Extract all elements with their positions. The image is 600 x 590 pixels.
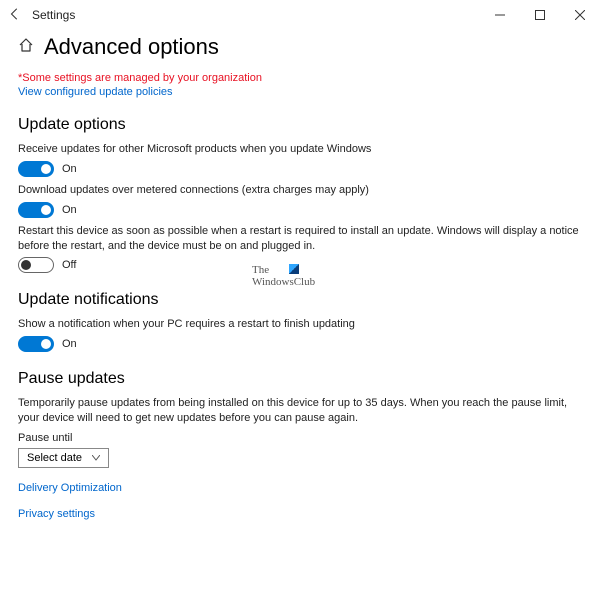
option-label: Download updates over metered connection…: [18, 183, 582, 198]
window-controls: [480, 0, 600, 30]
titlebar: Settings: [0, 0, 600, 30]
chevron-down-icon: [92, 453, 100, 463]
toggle-notification[interactable]: [18, 336, 54, 352]
section-title-notifications: Update notifications: [18, 291, 582, 309]
maximize-button[interactable]: [520, 0, 560, 30]
toggle-receive-updates[interactable]: [18, 161, 54, 177]
toggle-state: Off: [62, 259, 76, 271]
toggle-state: On: [62, 163, 77, 175]
section-title-update-options: Update options: [18, 116, 582, 134]
page-header: Advanced options: [18, 30, 582, 70]
policy-link[interactable]: View configured update policies: [18, 86, 582, 98]
page-content: Advanced options *Some settings are mana…: [0, 30, 600, 530]
pause-until-label: Pause until: [18, 432, 582, 444]
minimize-button[interactable]: [480, 0, 520, 30]
option-restart: Restart this device as soon as possible …: [18, 224, 582, 274]
home-icon[interactable]: [18, 37, 34, 58]
back-button[interactable]: [8, 7, 32, 24]
toggle-restart[interactable]: [18, 257, 54, 273]
app-title: Settings: [32, 8, 75, 22]
option-metered: Download updates over metered connection…: [18, 183, 582, 218]
toggle-state: On: [62, 338, 77, 350]
pause-description: Temporarily pause updates from being ins…: [18, 396, 582, 426]
option-label: Receive updates for other Microsoft prod…: [18, 142, 582, 157]
option-label: Show a notification when your PC require…: [18, 317, 582, 332]
close-button[interactable]: [560, 0, 600, 30]
select-placeholder: Select date: [27, 452, 82, 464]
option-notification: Show a notification when your PC require…: [18, 317, 582, 352]
option-label: Restart this device as soon as possible …: [18, 224, 582, 254]
pause-date-select[interactable]: Select date: [18, 448, 109, 468]
section-title-pause: Pause updates: [18, 370, 582, 388]
link-privacy-settings[interactable]: Privacy settings: [18, 508, 582, 520]
option-receive-updates: Receive updates for other Microsoft prod…: [18, 142, 582, 177]
page-title: Advanced options: [44, 34, 219, 60]
toggle-metered[interactable]: [18, 202, 54, 218]
policy-warning: *Some settings are managed by your organ…: [18, 72, 582, 84]
toggle-state: On: [62, 204, 77, 216]
link-delivery-optimization[interactable]: Delivery Optimization: [18, 482, 582, 494]
